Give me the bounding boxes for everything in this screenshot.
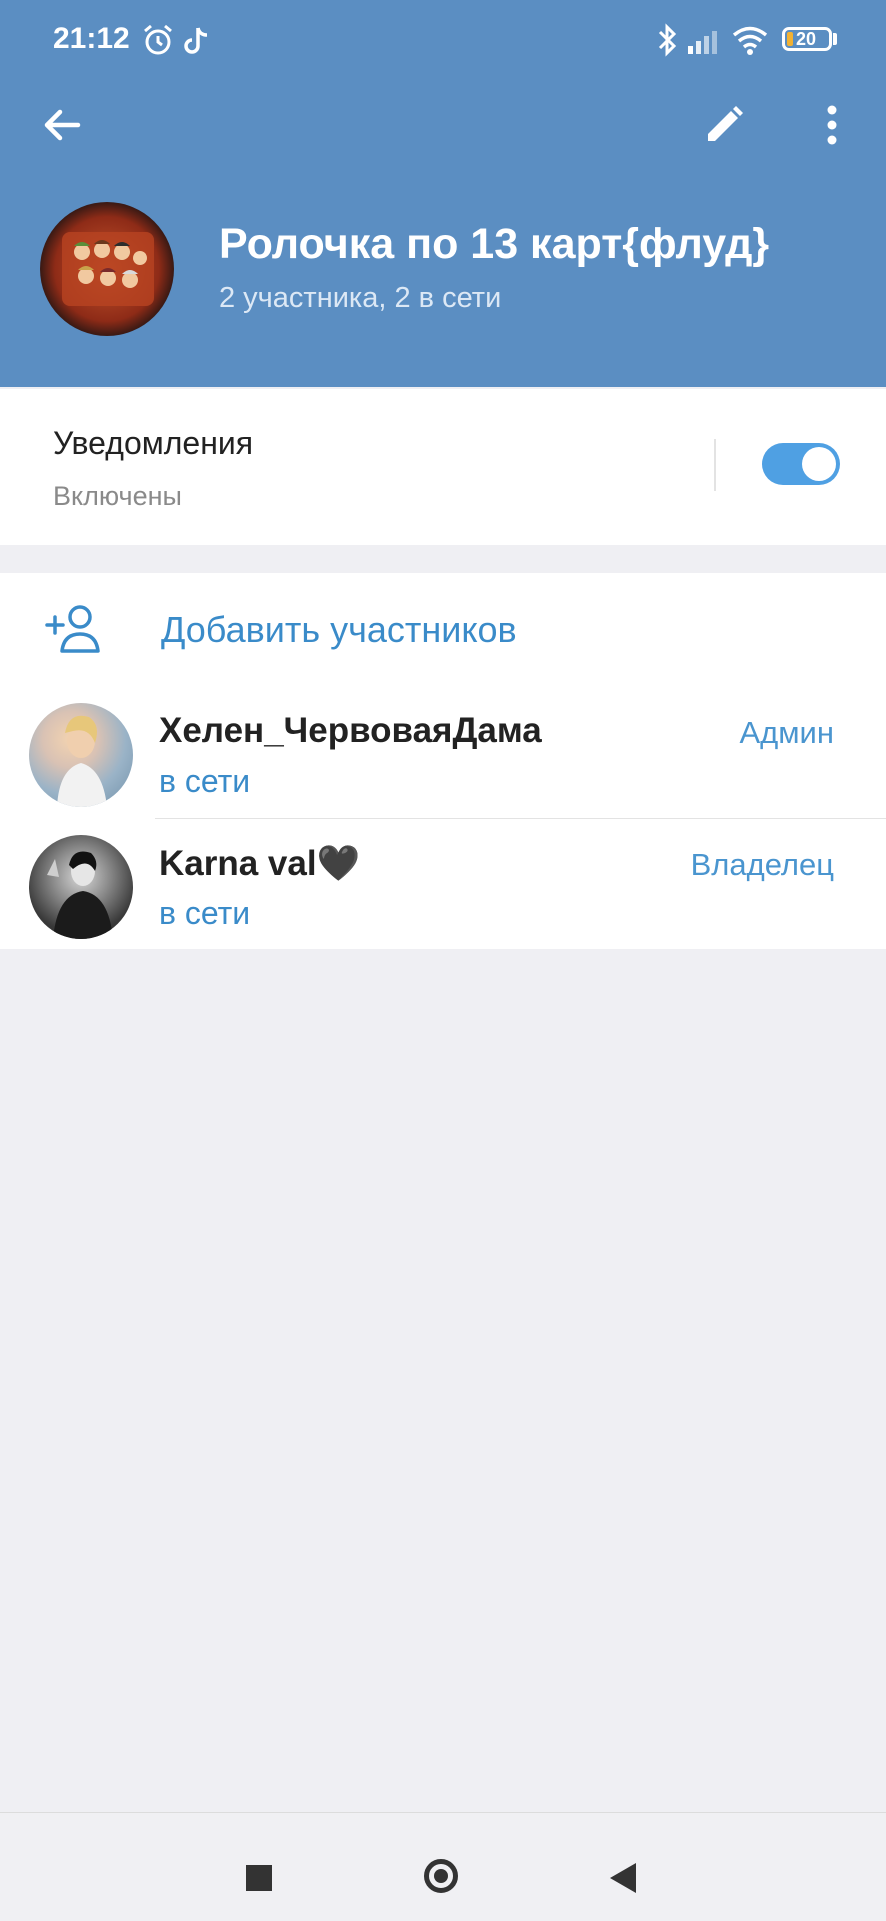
members-section: Добавить участников Хелен_ЧервоваяДама в… [0, 573, 886, 949]
more-vertical-icon [827, 105, 837, 145]
notifications-row[interactable]: Уведомления Включены [0, 389, 886, 545]
battery-level: 20 [796, 29, 817, 49]
status-bar: 21:12 20 [0, 0, 886, 80]
member-row[interactable]: Karna val🖤 в сети Владелец [0, 819, 886, 951]
member-avatar [29, 703, 133, 807]
battery-tip [833, 33, 837, 45]
member-role: Админ [739, 715, 834, 750]
edit-button[interactable] [694, 95, 754, 155]
member-status: в сети [159, 763, 251, 799]
add-members-button[interactable]: Добавить участников [0, 573, 886, 687]
wifi-icon [732, 26, 768, 55]
group-subtitle: 2 участника, 2 в сети [219, 282, 502, 314]
group-avatar-image [62, 232, 154, 306]
arrow-left-icon [44, 109, 81, 141]
signal-icon [688, 31, 717, 54]
member-status: в сети [159, 895, 251, 931]
more-button[interactable] [802, 95, 862, 155]
notifications-title: Уведомления [53, 425, 254, 461]
add-user-icon [45, 605, 100, 653]
group-title: Ролочка по 13 карт{флуд} [219, 220, 770, 268]
battery-icon: 20 [782, 27, 832, 51]
member-name: Karna val🖤 [159, 844, 361, 883]
alarm-icon [144, 24, 172, 55]
member-row[interactable]: Хелен_ЧервоваяДама в сети Админ [0, 687, 886, 819]
recents-square-icon[interactable] [246, 1865, 272, 1891]
back-triangle-icon[interactable] [610, 1863, 636, 1893]
chat-header: 21:12 20 Ролочка по 13 карт{флуд} 2 учас… [0, 0, 886, 387]
bluetooth-icon [658, 23, 677, 57]
tiktok-icon [184, 27, 208, 54]
system-nav-bar [0, 1812, 886, 1921]
back-button[interactable] [32, 95, 92, 155]
toggle-knob [802, 447, 836, 481]
group-avatar[interactable] [40, 202, 174, 336]
pencil-icon [708, 106, 743, 141]
member-avatar [29, 835, 133, 939]
add-members-label: Добавить участников [161, 609, 517, 650]
member-role: Владелец [690, 847, 834, 882]
notifications-toggle[interactable] [762, 443, 840, 485]
divider [714, 439, 716, 491]
status-time: 21:12 [53, 22, 130, 55]
member-name: Хелен_ЧервоваяДама [159, 711, 542, 750]
notifications-status: Включены [53, 481, 182, 511]
home-circle-icon[interactable] [424, 1859, 458, 1893]
